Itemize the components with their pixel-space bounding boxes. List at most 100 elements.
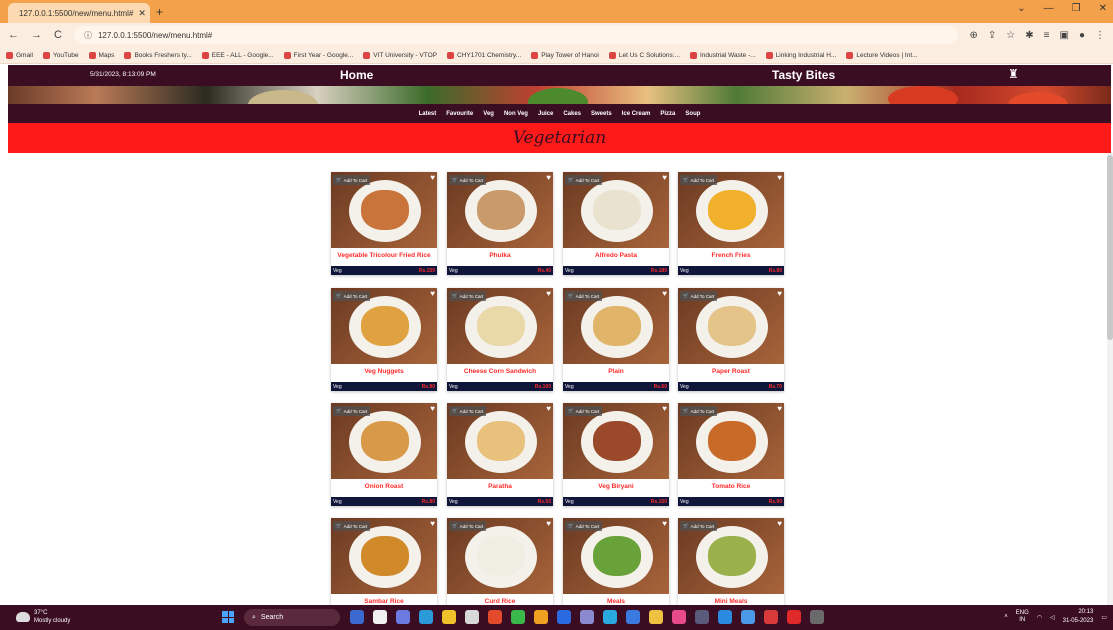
app-icon-21[interactable] <box>810 610 824 624</box>
volume-icon[interactable]: ◁ <box>1050 614 1055 621</box>
heart-icon[interactable]: ♥ <box>546 173 551 182</box>
category-link[interactable]: Latest <box>419 111 437 117</box>
category-link[interactable]: Pizza <box>660 111 675 117</box>
menu-card[interactable]: 🛒 Add To Cart ♥ Phulka Veg Rs.40 <box>447 172 553 275</box>
heart-icon[interactable]: ♥ <box>430 289 435 298</box>
app-icon-19[interactable] <box>764 610 778 624</box>
app-icon-12[interactable] <box>603 610 617 624</box>
reload-icon[interactable]: C <box>54 29 62 41</box>
bookmark-item[interactable]: Let Us C Solutions:... <box>608 51 680 59</box>
app-icon-13[interactable] <box>626 610 640 624</box>
heart-icon[interactable]: ♥ <box>546 519 551 528</box>
category-link[interactable]: Cakes <box>563 111 581 117</box>
app-icon-7[interactable] <box>488 610 502 624</box>
category-link[interactable]: Soup <box>685 111 700 117</box>
menu-card[interactable]: 🛒 Add To Cart ♥ Plain Veg Rs.60 <box>563 288 669 391</box>
minimize-icon[interactable]: — <box>1044 3 1054 14</box>
menu-card[interactable]: 🛒 Add To Cart ♥ Veg Nuggets Veg Rs.90 <box>331 288 437 391</box>
add-to-cart-button[interactable]: 🛒 Add To Cart <box>680 521 718 531</box>
app-icon-15[interactable] <box>672 610 686 624</box>
back-icon[interactable]: ← <box>8 29 19 41</box>
category-link[interactable]: Juice <box>538 111 553 117</box>
windows-start-icon[interactable] <box>222 611 234 623</box>
star-icon[interactable]: ☆ <box>1006 30 1015 41</box>
app-icon-11[interactable] <box>580 610 594 624</box>
add-to-cart-button[interactable]: 🛒 Add To Cart <box>333 175 371 185</box>
heart-icon[interactable]: ♥ <box>777 289 782 298</box>
add-to-cart-button[interactable]: 🛒 Add To Cart <box>449 291 487 301</box>
tab-search-icon[interactable]: ⌄ <box>1017 3 1025 14</box>
heart-icon[interactable]: ♥ <box>662 173 667 182</box>
menu-card[interactable]: 🛒 Add To Cart ♥ Alfredo Pasta Veg Rs.180 <box>563 172 669 275</box>
bookmark-item[interactable]: VIT University - VTOP <box>363 51 437 59</box>
profile-icon[interactable]: ● <box>1079 30 1085 41</box>
app-icon-2[interactable] <box>373 610 387 624</box>
heart-icon[interactable]: ♥ <box>430 519 435 528</box>
add-to-cart-button[interactable]: 🛒 Add To Cart <box>565 521 603 531</box>
menu-card[interactable]: 🛒 Add To Cart ♥ Paratha Veg Rs.50 <box>447 403 553 506</box>
forward-icon[interactable]: → <box>31 29 42 41</box>
heart-icon[interactable]: ♥ <box>546 289 551 298</box>
app-icon-9[interactable] <box>534 610 548 624</box>
heart-icon[interactable]: ♥ <box>662 404 667 413</box>
app-icon-18[interactable] <box>741 610 755 624</box>
category-link[interactable]: Ice Cream <box>622 111 651 117</box>
browser-tab[interactable]: 127.0.0.1:5500/new/menu.html# ✕ <box>8 3 150 23</box>
heart-icon[interactable]: ♥ <box>546 404 551 413</box>
close-tab-icon[interactable]: ✕ <box>138 8 146 19</box>
notification-icon[interactable]: ▭ <box>1101 614 1107 621</box>
add-to-cart-button[interactable]: 🛒 Add To Cart <box>333 406 371 416</box>
menu-card[interactable]: 🛒 Add To Cart ♥ Cheese Corn Sandwich Veg Rs.1… <box>447 288 553 391</box>
new-tab-button[interactable]: + <box>156 5 163 19</box>
heart-icon[interactable]: ♥ <box>430 173 435 182</box>
heart-icon[interactable]: ♥ <box>662 289 667 298</box>
weather-widget[interactable]: 37°C Mostly cloudy <box>16 609 70 625</box>
app-icon-5[interactable] <box>442 610 456 624</box>
category-link[interactable]: Veg <box>483 111 494 117</box>
menu-card[interactable]: 🛒 Add To Cart ♥ Onion Roast Veg Rs.80 <box>331 403 437 506</box>
bookmark-item[interactable]: Lecture Videos | Int... <box>846 51 918 59</box>
heart-icon[interactable]: ♥ <box>777 519 782 528</box>
add-to-cart-button[interactable]: 🛒 Add To Cart <box>449 521 487 531</box>
reading-list-icon[interactable]: ≡ <box>1044 30 1050 41</box>
info-icon[interactable]: ⓘ <box>84 30 92 41</box>
add-to-cart-button[interactable]: 🛒 Add To Cart <box>680 175 718 185</box>
heart-icon[interactable]: ♥ <box>777 173 782 182</box>
extensions-icon[interactable]: ✱ <box>1025 30 1033 41</box>
menu-card[interactable]: 🛒 Add To Cart ♥ Paper Roast Veg Rs.70 <box>678 288 784 391</box>
app-icon-17[interactable] <box>718 610 732 624</box>
menu-card[interactable]: 🛒 Add To Cart ♥ French Fries Veg Rs.80 <box>678 172 784 275</box>
bookmark-item[interactable]: Books Freshers ty... <box>124 51 192 59</box>
zoom-icon[interactable]: ⊕ <box>970 30 978 41</box>
app-icon-1[interactable] <box>350 610 364 624</box>
heart-icon[interactable]: ♥ <box>777 404 782 413</box>
share-icon[interactable]: ⇪ <box>988 30 996 41</box>
sidepanel-icon[interactable]: ▣ <box>1060 30 1069 41</box>
bookmark-item[interactable]: Play Tower of Hanoi <box>531 51 599 59</box>
bookmark-item[interactable]: Maps <box>88 51 114 59</box>
chef-icon[interactable]: ♜ <box>1008 67 1019 81</box>
app-icon-20[interactable] <box>787 610 801 624</box>
wifi-icon[interactable]: ◠ <box>1037 614 1042 621</box>
bookmark-item[interactable]: CHY1701 Chemistry... <box>447 51 521 59</box>
home-link[interactable]: Home <box>340 68 373 82</box>
taskbar-search[interactable]: ⌕ Search <box>244 609 340 626</box>
menu-card[interactable]: 🛒 Add To Cart ♥ Veg Biryani Veg Rs.150 <box>563 403 669 506</box>
menu-icon[interactable]: ⋮ <box>1095 30 1105 41</box>
bookmark-item[interactable]: First Year - Google... <box>283 51 353 59</box>
heart-icon[interactable]: ♥ <box>430 404 435 413</box>
add-to-cart-button[interactable]: 🛒 Add To Cart <box>565 406 603 416</box>
app-icon-10[interactable] <box>557 610 571 624</box>
bookmark-item[interactable]: Industrial Waste -... <box>689 51 756 59</box>
category-link[interactable]: Sweets <box>591 111 612 117</box>
add-to-cart-button[interactable]: 🛒 Add To Cart <box>680 406 718 416</box>
app-icon-16[interactable] <box>695 610 709 624</box>
add-to-cart-button[interactable]: 🛒 Add To Cart <box>449 175 487 185</box>
app-icon-8[interactable] <box>511 610 525 624</box>
bookmark-item[interactable]: Gmail <box>6 51 33 59</box>
bookmark-item[interactable]: Linking Industrial H... <box>765 51 836 59</box>
menu-card[interactable]: 🛒 Add To Cart ♥ Vegetable Tricolour Fried R… <box>331 172 437 275</box>
scrollbar-thumb[interactable] <box>1107 155 1113 340</box>
app-icon-6[interactable] <box>465 610 479 624</box>
clock[interactable]: 20:13 31-05-2023 <box>1063 608 1094 626</box>
